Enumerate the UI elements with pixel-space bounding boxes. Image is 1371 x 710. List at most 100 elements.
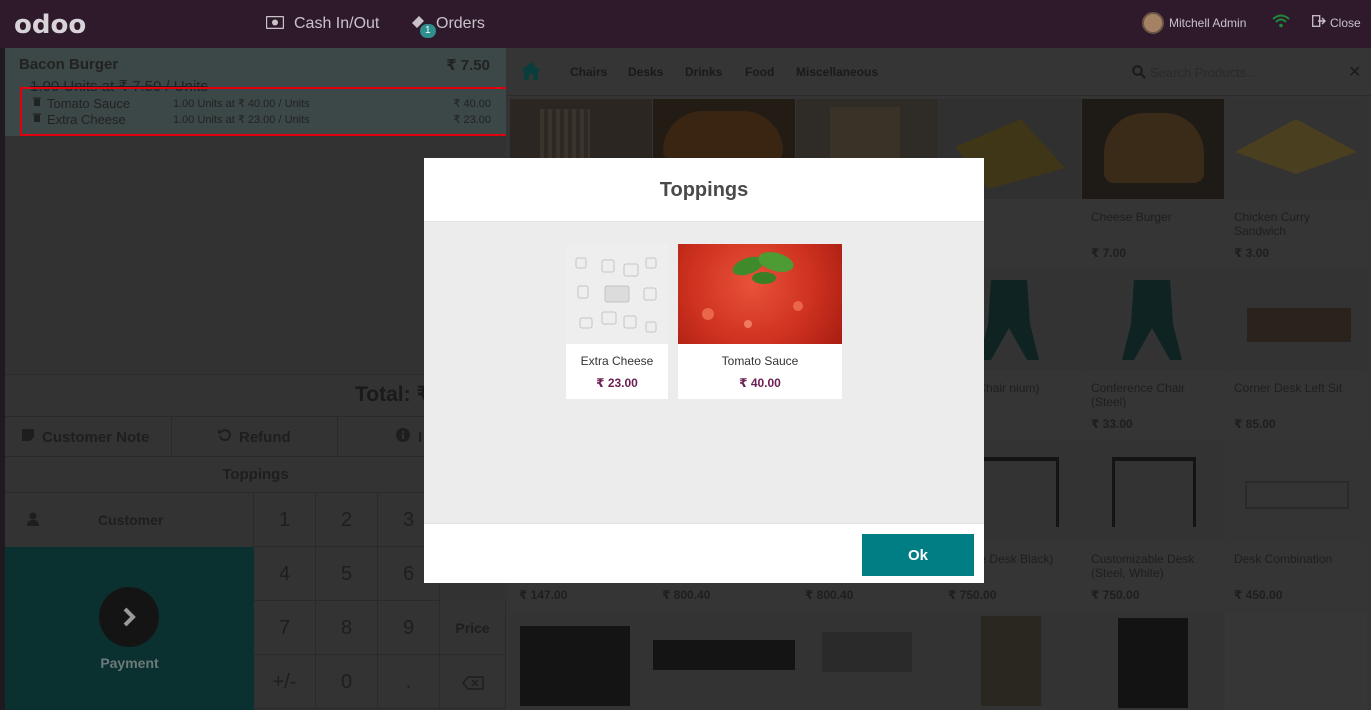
tomato-sauce-image — [678, 244, 842, 344]
orders-label: Orders — [436, 15, 485, 32]
odoo-logo: odoo — [14, 10, 87, 40]
topping-name: Tomato Sauce — [721, 354, 799, 368]
payment-button[interactable]: Payment — [5, 547, 254, 710]
order-line-price: ₹ 7.50 — [446, 57, 490, 74]
product-card[interactable]: Corner Desk Left Sit ₹ 85.00 — [1225, 270, 1367, 440]
product-image — [1082, 441, 1224, 541]
product-price: ₹ 800.40 — [805, 588, 854, 602]
orders-button[interactable]: 1 Orders — [410, 0, 485, 48]
placeholder-image-icon — [566, 244, 668, 344]
product-price: ₹ 85.00 — [1234, 417, 1276, 431]
highlight-box — [20, 87, 515, 136]
user-menu[interactable]: Mitchell Admin — [1142, 12, 1246, 34]
product-card[interactable] — [1225, 612, 1367, 710]
backspace-icon — [461, 671, 484, 693]
product-card[interactable] — [510, 612, 652, 710]
product-image — [1082, 612, 1224, 710]
product-card[interactable] — [796, 612, 938, 710]
numpad-key-4[interactable]: 4 — [254, 547, 316, 601]
cash-in-out-label: Cash In/Out — [294, 15, 380, 32]
numpad-key-plus-minus[interactable]: +/- — [254, 655, 316, 709]
product-image — [510, 612, 652, 710]
product-image — [1225, 441, 1367, 541]
product-price: ₹ 450.00 — [1234, 588, 1283, 602]
backspace-button[interactable] — [440, 655, 506, 709]
numpad-key-9[interactable]: 9 — [378, 601, 440, 655]
user-avatar — [1142, 12, 1164, 34]
category-drinks[interactable]: Drinks — [685, 65, 722, 79]
numpad-key-2[interactable]: 2 — [316, 493, 378, 547]
close-label: Close — [1330, 15, 1361, 30]
top-navbar: odoo Cash In/Out 1 Orders Mitchell Admin… — [0, 0, 1371, 48]
info-label: I — [418, 428, 423, 446]
dialog-footer: Ok — [424, 523, 984, 583]
refund-icon — [218, 428, 232, 446]
category-chairs[interactable]: Chairs — [570, 65, 607, 79]
ok-button[interactable]: Ok — [862, 534, 974, 576]
product-price: ₹ 800.40 — [662, 588, 711, 602]
total-label: Total: ₹ — [355, 383, 432, 406]
user-name: Mitchell Admin — [1169, 16, 1247, 30]
clear-search-icon[interactable]: ✕ — [1348, 62, 1361, 82]
product-name: Conference Chair (Steel) — [1091, 381, 1186, 409]
numpad-key-8[interactable]: 8 — [316, 601, 378, 655]
refund-label: Refund — [239, 428, 291, 446]
product-name: Corner Desk Left Sit — [1234, 381, 1343, 395]
product-image — [1225, 99, 1367, 199]
topping-name: Extra Cheese — [580, 354, 654, 368]
product-card[interactable]: Chicken Curry Sandwich ₹ 3.00 — [1225, 99, 1367, 269]
product-card[interactable] — [939, 612, 1081, 710]
search-icon — [1132, 65, 1146, 82]
product-name: Customizable Desk (Steel, White) — [1091, 552, 1195, 580]
dialog-header: Toppings — [424, 158, 984, 222]
product-image — [796, 612, 938, 710]
user-icon — [27, 512, 98, 529]
customer-label: Customer — [98, 512, 164, 528]
sign-out-icon — [1312, 15, 1326, 30]
price-mode-button[interactable]: Price — [440, 601, 506, 655]
dialog-title: Toppings — [659, 179, 749, 201]
product-card[interactable] — [653, 612, 795, 710]
chevron-right-icon — [99, 587, 159, 647]
category-miscellaneous[interactable]: Miscellaneous — [796, 65, 878, 79]
close-session-button[interactable]: Close — [1312, 15, 1361, 30]
product-image — [653, 612, 795, 710]
numpad-key-decimal[interactable]: . — [378, 655, 440, 709]
product-image — [939, 612, 1081, 710]
product-image — [1082, 270, 1224, 370]
numpad-key-5[interactable]: 5 — [316, 547, 378, 601]
refund-button[interactable]: Refund — [172, 417, 338, 457]
product-card[interactable]: Conference Chair (Steel) ₹ 33.00 — [1082, 270, 1224, 440]
product-card[interactable]: Customizable Desk (Steel, White) ₹ 750.0… — [1082, 441, 1224, 611]
product-card[interactable] — [1082, 612, 1224, 710]
topping-option-extra-cheese[interactable]: Extra Cheese ₹ 23.00 — [566, 244, 668, 399]
product-card[interactable]: Desk Combination ₹ 450.00 — [1225, 441, 1367, 611]
customer-note-button[interactable]: Customer Note — [5, 417, 172, 457]
topping-price: ₹ 23.00 — [596, 376, 638, 390]
customer-note-label: Customer Note — [42, 428, 150, 446]
order-line[interactable]: Bacon Burger ₹ 7.50 1.00 Units at ₹ 7.50… — [5, 48, 515, 136]
product-card[interactable]: Cheese Burger ₹ 7.00 — [1082, 99, 1224, 269]
numpad-key-1[interactable]: 1 — [254, 493, 316, 547]
category-desks[interactable]: Desks — [628, 65, 663, 79]
numpad-key-0[interactable]: 0 — [316, 655, 378, 709]
product-price: ₹ 33.00 — [1091, 417, 1133, 431]
toppings-dialog: Toppings Extra Cheese ₹ 23.00 Tomato Sau… — [424, 158, 984, 583]
product-price: ₹ 750.00 — [1091, 588, 1140, 602]
category-food[interactable]: Food — [745, 65, 774, 79]
product-image — [1225, 612, 1367, 710]
customer-button[interactable]: Customer — [5, 493, 254, 547]
topping-option-tomato-sauce[interactable]: Tomato Sauce ₹ 40.00 — [678, 244, 842, 399]
cash-in-out-button[interactable]: Cash In/Out — [265, 0, 380, 48]
product-price: ₹ 147.00 — [519, 588, 568, 602]
numpad-key-7[interactable]: 7 — [254, 601, 316, 655]
cash-icon — [265, 15, 285, 33]
product-price: ₹ 3.00 — [1234, 246, 1270, 260]
wifi-icon — [1272, 14, 1290, 31]
order-line-product: Bacon Burger — [19, 56, 119, 73]
info-icon — [396, 428, 410, 446]
topping-price: ₹ 40.00 — [739, 376, 781, 390]
product-name: Cheese Burger — [1091, 210, 1172, 224]
home-icon[interactable] — [520, 61, 542, 83]
search-products-input[interactable] — [1150, 60, 1330, 84]
